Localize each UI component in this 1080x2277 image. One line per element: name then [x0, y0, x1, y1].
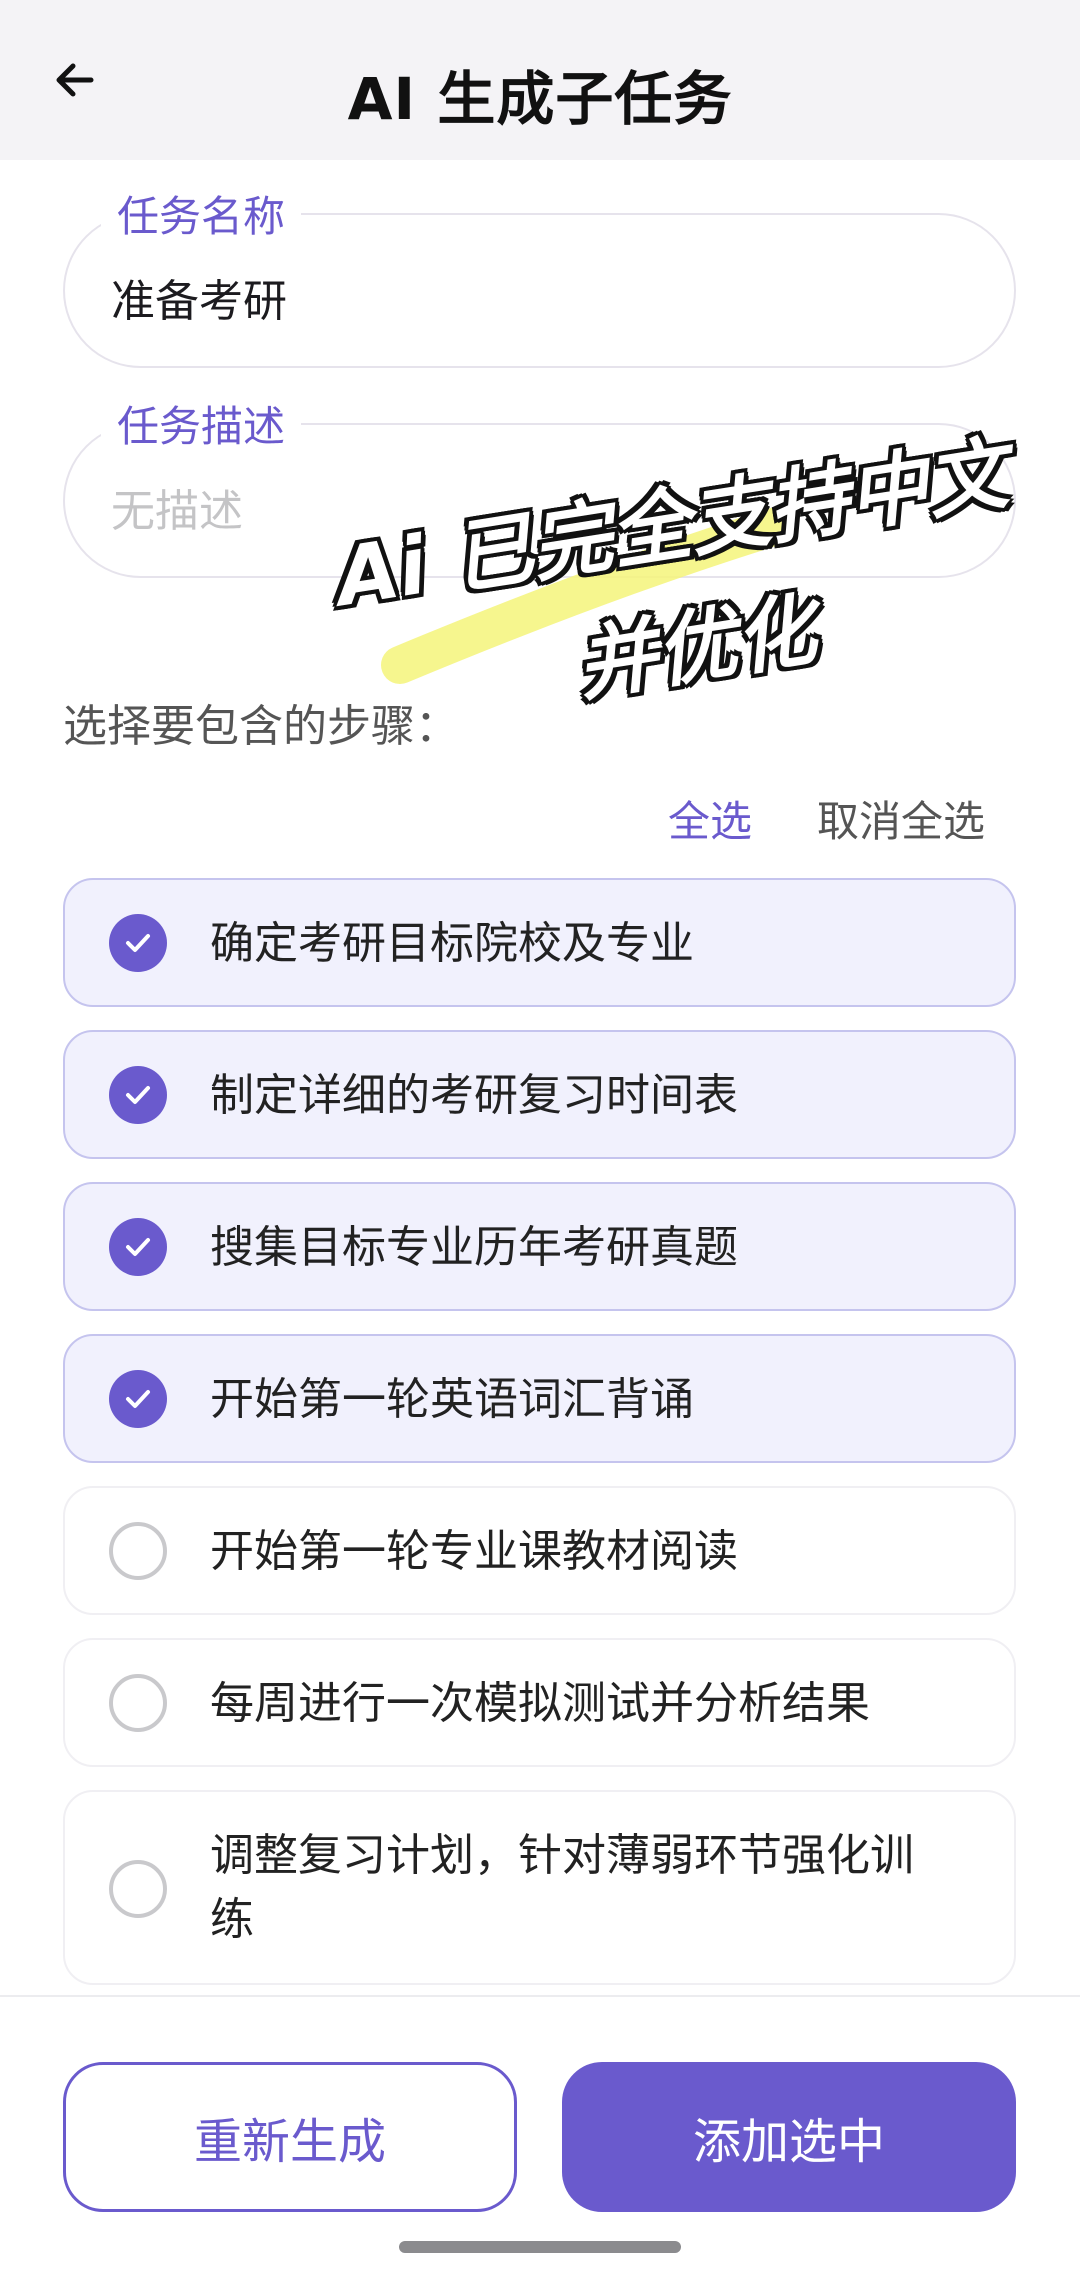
- select-all-button[interactable]: 全选: [668, 788, 752, 849]
- task-name-value: 准备考研: [111, 276, 287, 327]
- step-text: 制定详细的考研复习时间表: [210, 1070, 738, 1121]
- home-indicator[interactable]: [399, 2241, 681, 2253]
- check-circle-icon[interactable]: [109, 914, 167, 972]
- task-description-placeholder: 无描述: [111, 486, 243, 537]
- task-description-label: 任务描述: [101, 393, 302, 454]
- step-item[interactable]: 搜集目标专业历年考研真题: [63, 1182, 1016, 1311]
- check-circle-icon[interactable]: [109, 1218, 167, 1276]
- task-name-field[interactable]: 任务名称 准备考研: [63, 183, 1016, 368]
- checkmark-icon: [126, 1238, 150, 1256]
- check-circle-icon[interactable]: [109, 1674, 167, 1732]
- checkmark-icon: [126, 1390, 150, 1408]
- step-text: 开始第一轮英语词汇背诵: [210, 1374, 694, 1425]
- step-text: 开始第一轮专业课教材阅读: [210, 1526, 738, 1577]
- task-description-field[interactable]: 任务描述 无描述: [63, 393, 1016, 578]
- deselect-all-button[interactable]: 取消全选: [817, 788, 985, 849]
- step-item[interactable]: 确定考研目标院校及专业: [63, 878, 1016, 1007]
- check-circle-icon[interactable]: [109, 1066, 167, 1124]
- bottom-divider: [0, 1995, 1080, 1997]
- step-item[interactable]: 每周进行一次模拟测试并分析结果: [63, 1638, 1016, 1767]
- check-circle-icon[interactable]: [109, 1370, 167, 1428]
- step-text: 每周进行一次模拟测试并分析结果: [210, 1678, 870, 1729]
- checkmark-icon: [126, 1086, 150, 1104]
- step-text: 确定考研目标院校及专业: [210, 918, 694, 969]
- check-circle-icon[interactable]: [109, 1522, 167, 1580]
- checkmark-icon: [126, 934, 150, 952]
- page-title: AI 生成子任务: [347, 65, 733, 133]
- step-item[interactable]: 开始第一轮英语词汇背诵: [63, 1334, 1016, 1463]
- step-text: 搜集目标专业历年考研真题: [210, 1222, 738, 1273]
- check-circle-icon[interactable]: [109, 1860, 167, 1918]
- app-bar: AI 生成子任务: [0, 0, 1080, 160]
- steps-section-label: 选择要包含的步骤：: [63, 701, 459, 752]
- step-item[interactable]: 调整复习计划，针对薄弱环节强化训练: [63, 1790, 1016, 1985]
- task-name-label: 任务名称: [101, 183, 302, 244]
- regenerate-button[interactable]: 重新生成: [63, 2062, 517, 2212]
- step-item[interactable]: 制定详细的考研复习时间表: [63, 1030, 1016, 1159]
- step-item[interactable]: 开始第一轮专业课教材阅读: [63, 1486, 1016, 1615]
- add-selected-button[interactable]: 添加选中: [562, 2062, 1016, 2212]
- promo-line-2: 并优化: [570, 582, 822, 713]
- step-text: 调整复习计划，针对薄弱环节强化训练: [210, 1830, 914, 1945]
